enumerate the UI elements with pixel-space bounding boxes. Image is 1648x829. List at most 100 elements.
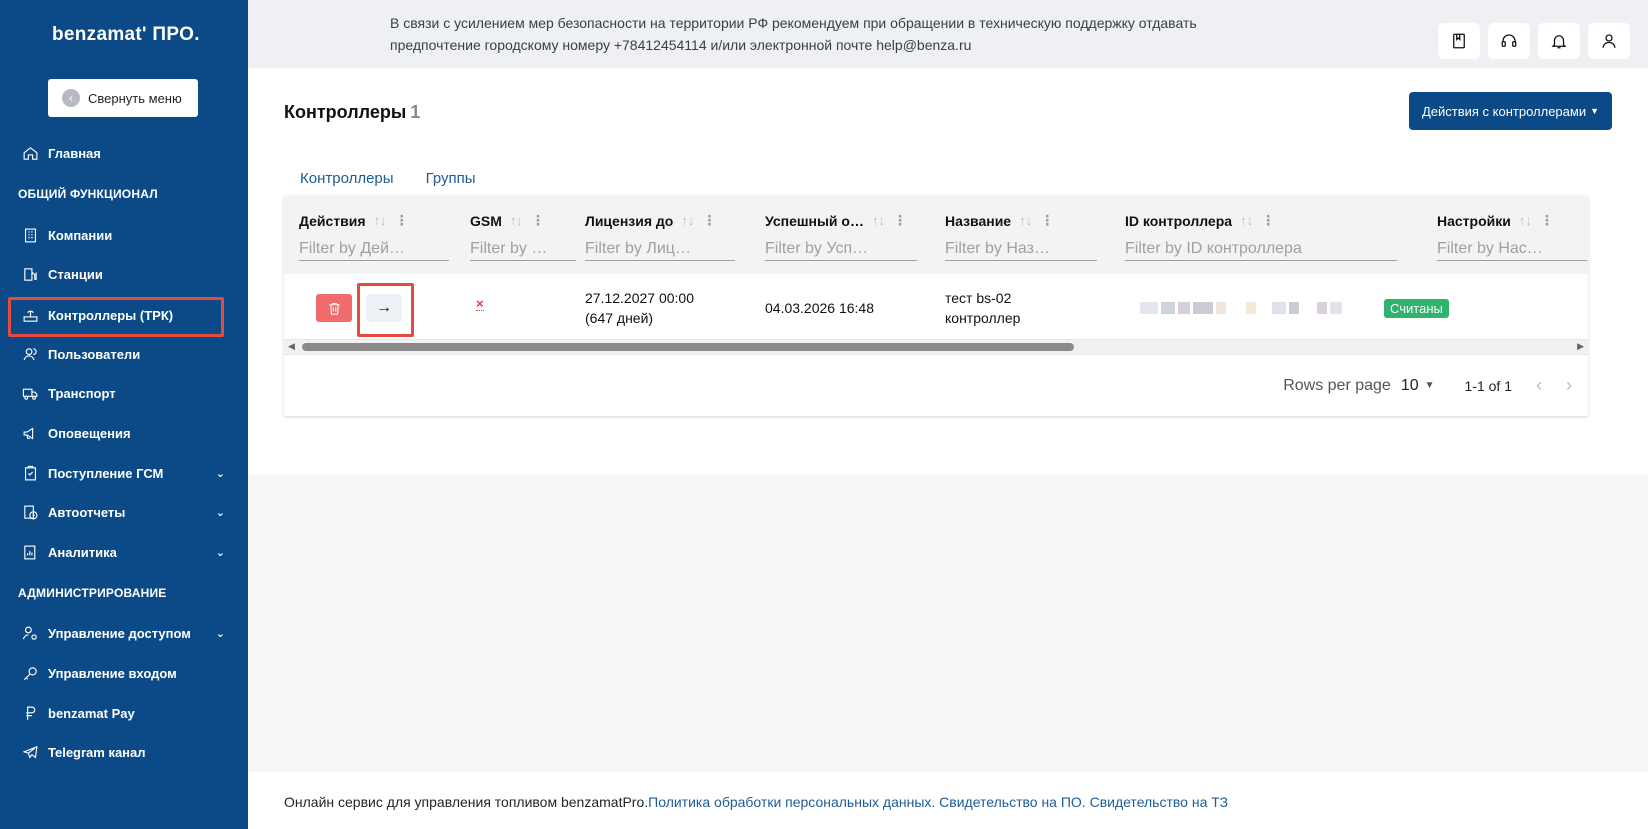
horizontal-scrollbar[interactable]: ◀ ▶ [284,340,1588,354]
sidebar-item-login[interactable]: Управление входом [20,659,225,687]
filter-name-input[interactable] [945,237,1097,261]
scroll-left-icon[interactable]: ◀ [288,341,295,352]
open-controller-button[interactable]: → [366,294,402,322]
sidebar-item-pay[interactable]: benzamat Pay [20,699,225,727]
prev-page-button[interactable]: ‹ [1536,375,1542,396]
profile-button[interactable] [1588,23,1630,59]
column-label: Действия [299,212,366,229]
filter-settings-input[interactable] [1437,237,1587,261]
tz-certificate-link[interactable]: Свидетельство на ТЗ [1090,794,1229,810]
sidebar-item-companies[interactable]: Компании [20,221,225,249]
notifications-button[interactable] [1538,23,1580,59]
footer: Онлайн сервис для управления топливом be… [248,772,1648,829]
telegram-icon [20,742,40,762]
controllers-table: Действия ↑↓ ⋮ GSM ↑↓ ⋮ Лицензия до ↑↓ ⋮ Успешн… [284,196,1588,416]
column-controller-id: ID контроллера ↑↓ ⋮ [1125,212,1397,261]
security-notice: В связи с усилением мер безопасности на … [390,15,1197,53]
column-label: Лицензия до [585,212,674,229]
column-menu-icon[interactable]: ⋮ [893,212,907,229]
sidebar-item-label: Контроллеры (ТРК) [48,307,174,323]
trash-icon [329,302,339,315]
scrollbar-thumb[interactable] [302,343,1074,351]
tab-controllers[interactable]: Контроллеры [284,162,410,200]
column-menu-icon[interactable]: ⋮ [1261,212,1275,229]
delete-button[interactable] [316,294,352,322]
sidebar-item-label: Компании [48,227,113,243]
column-menu-icon[interactable]: ⋮ [1540,212,1554,229]
sort-icon[interactable]: ↑↓ [1019,213,1032,228]
sidebar-item-telegram[interactable]: Telegram канал [20,738,225,766]
table-row: → × 27.12.2027 00:00 (647 дней) 04.03.20… [284,274,1588,340]
sidebar-item-access[interactable]: Управление доступом ⌄ [20,619,225,647]
sidebar-item-autoreports[interactable]: Автоотчеты ⌄ [20,498,225,526]
license-days: (647 дней) [585,310,654,326]
sort-icon[interactable]: ↑↓ [1519,213,1532,228]
sidebar-item-fuel-income[interactable]: Поступление ГСМ ⌄ [20,459,225,487]
report-clock-icon [20,502,40,522]
main-content: Контроллеры 1 Действия с контроллерами ▼ … [248,68,1648,475]
ruble-icon [20,703,40,723]
gsm-status-icon: × [476,296,484,311]
clipboard-icon [20,463,40,483]
sort-icon[interactable]: ↑↓ [510,213,523,228]
tab-groups[interactable]: Группы [410,162,492,200]
sidebar-item-users[interactable]: Пользователи [20,340,225,368]
license-date: 27.12.2027 00:00 [585,290,694,306]
collapse-menu-button[interactable]: ‹ Свернуть меню [48,79,198,117]
building-icon [20,225,40,245]
footer-description: Онлайн сервис для управления топливом be… [284,794,649,810]
sort-icon[interactable]: ↑↓ [1240,213,1253,228]
analytics-icon [20,542,40,562]
section-title-admin: АДМИНИСТРИРОВАНИЕ [18,586,167,600]
chevron-down-icon: ⌄ [215,506,225,519]
privacy-policy-link[interactable]: Политика обработки персональных данных. [648,794,935,810]
filter-controller-id-input[interactable] [1125,237,1397,261]
pagination: Rows per page 10 ▼ 1-1 of 1 ‹ › [284,354,1588,416]
caret-down-icon: ▼ [1590,106,1600,116]
sort-icon[interactable]: ↑↓ [872,213,885,228]
support-button[interactable] [1488,23,1530,59]
router-icon [20,305,40,325]
next-page-button[interactable]: › [1566,375,1572,396]
sidebar-item-notifications[interactable]: Оповещения [20,419,225,447]
rows-per-page-label: Rows per page [1283,376,1391,394]
controller-id-blurred [1140,302,1342,314]
sidebar-item-transport[interactable]: Транспорт [20,379,225,407]
controller-actions-label: Действия с контроллерами [1421,103,1587,119]
sidebar-item-analytics[interactable]: Аналитика ⌄ [20,538,225,566]
sidebar-item-label: Главная [48,145,101,161]
sort-icon[interactable]: ↑↓ [374,213,387,228]
column-label: Успешный о… [765,212,864,229]
home-icon [20,143,40,163]
software-certificate-link[interactable]: Свидетельство на ПО. [939,794,1086,810]
key-icon [20,663,40,683]
column-license: Лицензия до ↑↓ ⋮ [585,212,735,261]
scroll-right-icon[interactable]: ▶ [1577,341,1584,352]
column-menu-icon[interactable]: ⋮ [395,212,409,229]
name-line-2: контроллер [945,310,1021,326]
megaphone-icon [20,423,40,443]
filter-success-input[interactable] [765,237,917,261]
top-icons [1438,23,1630,59]
filter-actions-input[interactable] [299,237,449,261]
page-range: 1-1 of 1 [1464,377,1512,394]
column-menu-icon[interactable]: ⋮ [1040,212,1054,229]
sidebar-item-home[interactable]: Главная [20,139,225,167]
sidebar-item-controllers[interactable]: Контроллеры (ТРК) [20,301,225,329]
column-menu-icon[interactable]: ⋮ [702,212,716,229]
column-settings: Настройки ↑↓ ⋮ [1437,212,1587,261]
status-badge: Считаны [1384,299,1449,318]
filter-license-input[interactable] [585,237,735,261]
sidebar-item-label: Пользователи [48,346,141,362]
rows-per-page-select[interactable]: 10 ▼ [1401,377,1435,395]
column-gsm: GSM ↑↓ ⋮ [470,212,580,261]
column-menu-icon[interactable]: ⋮ [531,212,545,229]
sort-icon[interactable]: ↑↓ [681,213,694,228]
controller-actions-button[interactable]: Действия с контроллерами ▼ [1409,92,1612,130]
sidebar-item-stations[interactable]: Станции [20,260,225,288]
sidebar-item-label: Telegram канал [48,744,146,760]
book-button[interactable] [1438,23,1480,59]
filter-gsm-input[interactable] [470,237,576,261]
bell-icon [1551,35,1567,49]
sidebar-item-label: Управление доступом [48,625,191,641]
